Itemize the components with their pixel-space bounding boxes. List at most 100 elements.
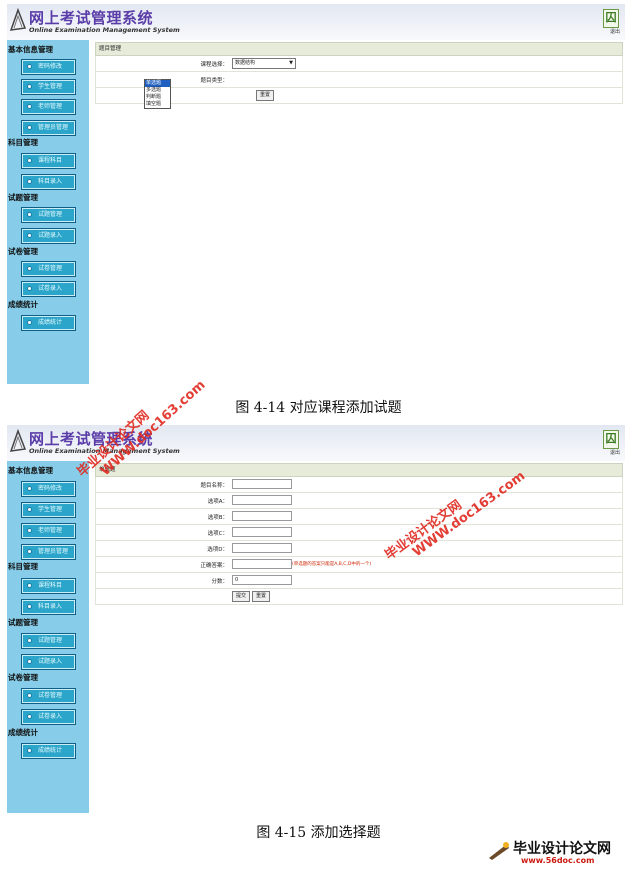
sidebar-item-paper-entry[interactable]: 试卷录入	[21, 709, 76, 725]
footer-title: 毕业设计论文网	[513, 841, 611, 857]
app-subtitle: Online Examination Management System	[29, 26, 180, 34]
sidebar-item-paper-manage[interactable]: 试卷管理	[21, 261, 76, 277]
field-label: 选项A：	[207, 499, 228, 505]
sidebar-item-question-entry[interactable]: 试题录入	[21, 228, 76, 244]
question-type-dropdown[interactable]: 单选题 多选题 判断题 填空题	[144, 79, 171, 109]
sidebar-item-admins[interactable]: 管理员管理	[21, 120, 76, 136]
bullet-icon	[27, 158, 32, 163]
score-input[interactable]: 0	[232, 575, 292, 585]
bullet-icon	[27, 507, 32, 512]
bullet-icon	[27, 638, 32, 643]
reset-button[interactable]: 重置	[256, 90, 275, 101]
type-row: 题目类型：	[95, 72, 623, 88]
sidebar-item-subject-entry[interactable]: 科目录入	[21, 599, 76, 615]
bullet-icon	[27, 604, 32, 609]
sidebar-item-score-stats[interactable]: 成绩统计	[21, 743, 76, 759]
sidebar-group-subjects: 科目管理	[8, 138, 38, 147]
sidebar-item-teachers[interactable]: 老师管理	[21, 523, 76, 539]
sidebar-item-admins[interactable]: 管理员管理	[21, 544, 76, 560]
bullet-icon	[27, 104, 32, 109]
sidebar-group-papers: 试卷管理	[8, 673, 38, 682]
sidebar-item-course-subjects[interactable]: 课程科目	[21, 578, 76, 594]
book-logo-icon	[9, 8, 27, 31]
sidebar: 基本信息管理 密码修改 学生管理 老师管理 管理员管理 科目管理 课程科目 科目…	[7, 40, 89, 384]
field-row-option-a: 选项A：	[95, 493, 623, 509]
title-input[interactable]	[232, 479, 292, 489]
bullet-icon	[27, 233, 32, 238]
answer-hint: (单选题的答案只能是A,B,C,D中的一个)	[292, 562, 372, 567]
sidebar-group-basic-info: 基本信息管理	[8, 45, 53, 54]
course-row: 课程选择： 数据结构 ▼	[95, 56, 623, 72]
field-row-title: 题目名称：	[95, 477, 623, 493]
sidebar-group-subjects: 科目管理	[8, 562, 38, 571]
figure-caption-1: 图 4-14 对应课程添加试题	[235, 400, 402, 416]
exit-icon[interactable]: 囚	[603, 430, 619, 449]
course-select[interactable]: 数据结构 ▼	[232, 58, 296, 69]
sidebar-group-papers: 试卷管理	[8, 247, 38, 256]
bullet-icon	[27, 659, 32, 664]
bullet-icon	[27, 583, 32, 588]
panel-title: 题目管理	[95, 42, 623, 56]
sidebar-item-password[interactable]: 密码修改	[21, 59, 76, 75]
sidebar-group-questions: 试题管理	[8, 618, 38, 627]
chevron-down-icon: ▼	[289, 60, 293, 66]
sidebar-item-students[interactable]: 学生管理	[21, 502, 76, 518]
sidebar-group-scores: 成绩统计	[8, 728, 38, 737]
bullet-icon	[27, 84, 32, 89]
field-label: 选项C：	[207, 531, 228, 537]
bullet-icon	[27, 528, 32, 533]
option-single-choice[interactable]: 单选题	[145, 80, 170, 87]
main-panel: 单选题 题目名称： 选项A： 选项B： 选项C： 选项D： 正确答案： (单选题…	[95, 463, 623, 605]
screenshot-add-choice: 网上考试管理系统 Online Examination Management S…	[7, 425, 625, 813]
option-a-input[interactable]	[232, 495, 292, 505]
bullet-icon	[27, 693, 32, 698]
bullet-icon	[27, 486, 32, 491]
app-title: 网上考试管理系统	[29, 9, 154, 27]
bullet-icon	[27, 286, 32, 291]
option-true-false[interactable]: 判断题	[145, 94, 170, 101]
course-label: 课程选择：	[200, 62, 228, 68]
bullet-icon	[27, 714, 32, 719]
pen-logo-icon	[489, 842, 509, 860]
field-label: 正确答案：	[200, 563, 228, 569]
bullet-icon	[27, 266, 32, 271]
bullet-icon	[27, 748, 32, 753]
sidebar-item-score-stats[interactable]: 成绩统计	[21, 315, 76, 331]
footer-url: www.56doc.com	[521, 856, 595, 865]
button-row: 提交 重置	[95, 589, 623, 605]
option-c-input[interactable]	[232, 527, 292, 537]
option-fill-blank[interactable]: 填空题	[145, 101, 170, 108]
sidebar-item-question-manage[interactable]: 试题管理	[21, 207, 76, 223]
bullet-icon	[27, 320, 32, 325]
field-label: 题目名称：	[200, 483, 228, 489]
sidebar-item-paper-manage[interactable]: 试卷管理	[21, 688, 76, 704]
book-logo-icon	[9, 429, 27, 452]
reset-button[interactable]: 重置	[252, 591, 271, 602]
field-label: 选项B：	[207, 515, 228, 521]
option-b-input[interactable]	[232, 511, 292, 521]
option-multi-choice[interactable]: 多选题	[145, 87, 170, 94]
sidebar-item-password[interactable]: 密码修改	[21, 481, 76, 497]
bullet-icon	[27, 125, 32, 130]
field-row-option-b: 选项B：	[95, 509, 623, 525]
sidebar-item-teachers[interactable]: 老师管理	[21, 99, 76, 115]
sidebar-item-question-entry[interactable]: 试题录入	[21, 654, 76, 670]
bullet-icon	[27, 212, 32, 217]
bullet-icon	[27, 64, 32, 69]
field-row-option-d: 选项D：	[95, 541, 623, 557]
sidebar-item-question-manage[interactable]: 试题管理	[21, 633, 76, 649]
type-label: 题目类型：	[200, 78, 228, 84]
field-row-answer: 正确答案： (单选题的答案只能是A,B,C,D中的一个)	[95, 557, 623, 573]
sidebar-item-students[interactable]: 学生管理	[21, 79, 76, 95]
sidebar-item-course-subjects[interactable]: 课程科目	[21, 153, 76, 169]
bullet-icon	[27, 179, 32, 184]
field-label: 选项D：	[207, 547, 228, 553]
sidebar-item-subject-entry[interactable]: 科目录入	[21, 174, 76, 190]
button-row: 重置	[95, 88, 623, 104]
sidebar-item-paper-entry[interactable]: 试卷录入	[21, 281, 76, 297]
submit-button[interactable]: 提交	[232, 591, 251, 602]
answer-input[interactable]	[232, 559, 292, 569]
exit-label: 退出	[609, 450, 620, 456]
exit-icon[interactable]: 囚	[603, 9, 619, 28]
option-d-input[interactable]	[232, 543, 292, 553]
